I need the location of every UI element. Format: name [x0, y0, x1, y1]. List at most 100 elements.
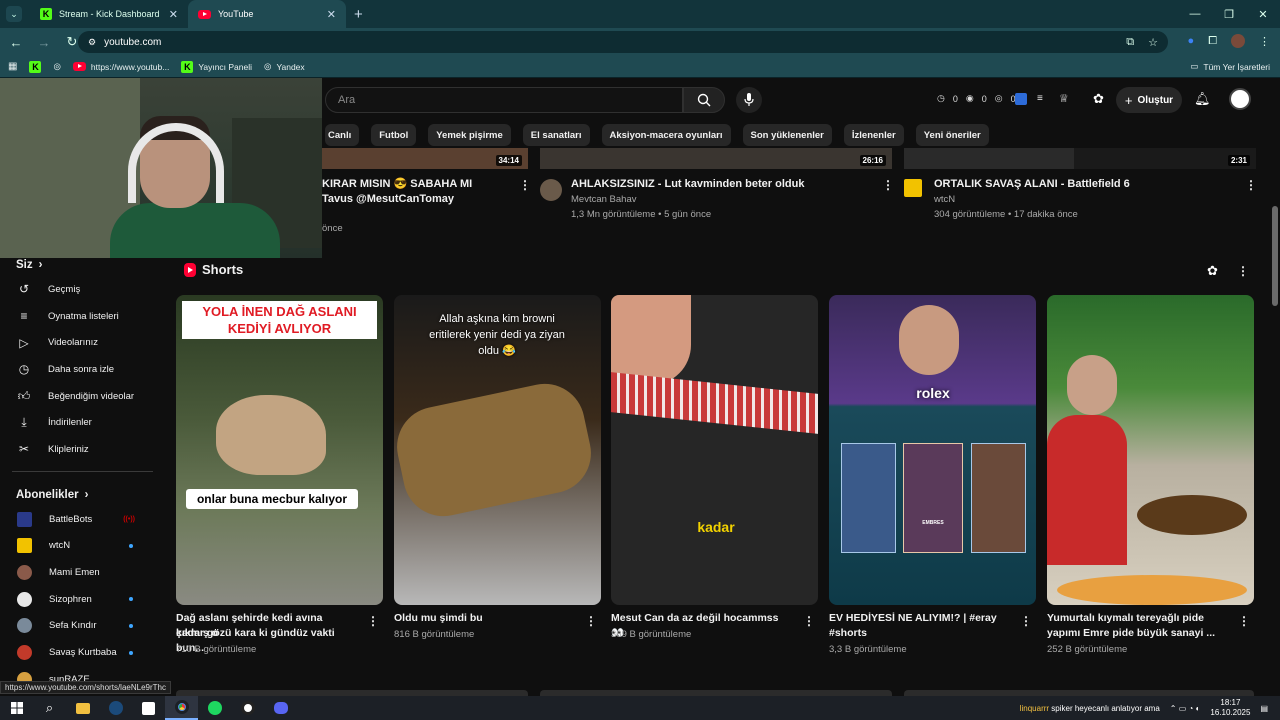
sidebar-sub-savas-kurtbaba[interactable]: Savaş Kurtbaba	[0, 639, 165, 666]
short-menu-icon[interactable]: ⋮	[585, 614, 597, 628]
clock[interactable]: 18:17 16.10.2025	[1210, 698, 1250, 718]
bookmark-youtube[interactable]: https://www.youtub...	[72, 62, 169, 72]
short-title[interactable]: yapımı Emre pide büyük sanayi ...	[1047, 626, 1227, 641]
bookmark-yandex[interactable]: ◎ Yandex	[264, 61, 305, 72]
short-menu-icon[interactable]: ⋮	[803, 614, 815, 628]
video-thumbnail[interactable]: 26:16	[540, 148, 892, 169]
steam-icon[interactable]	[99, 696, 132, 720]
search-icon[interactable]: ⌕	[33, 696, 66, 720]
channel-name[interactable]: Mevtcan Bahav	[571, 192, 636, 207]
video-menu-icon[interactable]: ⋮	[1245, 178, 1257, 192]
obs-icon[interactable]	[231, 696, 264, 720]
tab-search-button[interactable]: ⌄	[6, 6, 22, 22]
chip[interactable]: Yemek pişirme	[428, 124, 511, 146]
spotify-icon[interactable]	[198, 696, 231, 720]
store-icon[interactable]	[132, 696, 165, 720]
extensions-puzzle-icon[interactable]: ⧠	[1208, 35, 1217, 48]
sidebar-item-history[interactable]: ↺ Geçmiş	[0, 276, 165, 303]
all-bookmarks[interactable]: ▭ Tüm Yer İşaretleri	[1190, 61, 1270, 72]
sidebar-item-watch-later[interactable]: ◷ Daha sonra izle	[0, 356, 165, 383]
channel-avatar[interactable]	[904, 179, 922, 197]
close-icon[interactable]: ✕	[327, 8, 336, 21]
globe-icon[interactable]: ◎	[53, 61, 60, 72]
channel-name[interactable]: wtcN	[934, 192, 955, 207]
extension-icon[interactable]	[1015, 92, 1027, 105]
short-menu-icon[interactable]: ⋮	[367, 614, 379, 628]
chip[interactable]: Yeni öneriler	[915, 124, 989, 146]
short-thumbnail[interactable]: rolex EMBRES	[829, 295, 1036, 605]
short-thumbnail[interactable]: Allah aşkına kim browni eritilerek yenir…	[394, 295, 601, 605]
tray-icons[interactable]: ⌃ ▭ ◔ ◐	[1170, 704, 1201, 713]
sidebar-item-liked-videos[interactable]: 👍︎ Beğendiğim videolar	[0, 383, 165, 410]
minimize-button[interactable]: —	[1178, 0, 1212, 28]
windows-start-icon[interactable]	[0, 696, 33, 720]
bookmark-yayinci-paneli[interactable]: K Yayıncı Paneli	[181, 60, 252, 73]
video-title[interactable]: ORTALIK SAVAŞ ALANI - Battlefield 6	[934, 177, 1130, 192]
sidebar-subscriptions-header[interactable]: Abonelikler ›	[0, 484, 165, 506]
short-thumbnail[interactable]	[1047, 295, 1254, 605]
gear-puzzle-icon[interactable]: ✿	[1093, 91, 1104, 107]
short-thumbnail[interactable]: YOLA İNEN DAĞ ASLANI KEDİYİ AVLIYOR onla…	[176, 295, 383, 605]
apps-grid-icon[interactable]: ▦	[8, 61, 17, 72]
notifications-icon[interactable]: ▤	[1260, 704, 1268, 713]
video-title[interactable]: AHLAKSIZSINIZ - Lut kavminden beter oldu…	[571, 177, 804, 192]
video-thumbnail[interactable]: 34:14	[322, 148, 528, 169]
file-explorer-icon[interactable]	[66, 696, 99, 720]
site-info-icon[interactable]: ⚙	[88, 37, 96, 48]
chrome-icon[interactable]	[165, 696, 198, 720]
voice-search-button[interactable]	[736, 87, 762, 113]
video-thumbnail[interactable]: 2:31	[904, 148, 1256, 169]
extension-icon[interactable]: ●	[1188, 35, 1195, 47]
create-button[interactable]: + Oluştur	[1116, 87, 1182, 113]
channel-avatar[interactable]	[540, 179, 562, 201]
discord-icon[interactable]	[264, 696, 297, 720]
video-title[interactable]: KIRAR MISIN 😎 SABAHA MI	[322, 177, 472, 192]
bookmark-star-icon[interactable]: ☆	[1148, 36, 1158, 49]
kick-icon[interactable]: K	[29, 60, 42, 73]
profile-avatar[interactable]	[1231, 34, 1245, 48]
video-menu-icon[interactable]: ⋮	[519, 178, 531, 192]
chip[interactable]: Son yüklenenler	[742, 124, 832, 146]
chip[interactable]: Aksiyon-macera oyunları	[601, 124, 731, 146]
video-menu-icon[interactable]: ⋮	[882, 178, 894, 192]
cast-icon[interactable]: ⧉	[1126, 36, 1134, 49]
tab-kick-dashboard[interactable]: K Stream - Kick Dashboard ✕	[30, 0, 188, 28]
search-input[interactable]: Ara	[325, 87, 683, 113]
chip[interactable]: İzlenenler	[843, 124, 904, 146]
chip[interactable]: Canlı	[325, 124, 360, 146]
gear-puzzle-icon[interactable]: ✿	[1207, 263, 1218, 279]
sidebar-item-your-videos[interactable]: ▷ Videolarınız	[0, 329, 165, 356]
address-bar[interactable]: ⚙ youtube.com ⧉ ☆	[78, 31, 1168, 53]
shorts-menu-icon[interactable]: ⋮	[1237, 264, 1249, 278]
chip[interactable]: Futbol	[371, 124, 417, 146]
short-title[interactable]: EV HEDİYESİ NE ALIYIM!? | #eray	[829, 611, 1009, 626]
sidebar-item-clips[interactable]: ✂ Klipleriniz	[0, 436, 165, 463]
notifications-bell-icon[interactable]: 🔔︎	[1194, 91, 1211, 107]
sidebar-sub-mami-emen[interactable]: Mami Emen	[0, 559, 165, 586]
tab-youtube[interactable]: YouTube ✕	[188, 0, 346, 28]
short-menu-icon[interactable]: ⋮	[1238, 614, 1250, 628]
chip[interactable]: El sanatları	[522, 124, 590, 146]
sidebar-item-playlists[interactable]: ≡ Oynatma listeleri	[0, 303, 165, 330]
sidebar-sub-sefa-kindir[interactable]: Sefa Kındır	[0, 613, 165, 640]
list-icon[interactable]: ≡	[1037, 93, 1043, 104]
short-thumbnail[interactable]: kadar	[611, 295, 818, 605]
short-title[interactable]: Yumurtalı kıymalı tereyağlı pide	[1047, 611, 1227, 626]
sidebar-sub-wtcn[interactable]: wtcN	[0, 533, 165, 560]
page-scrollbar[interactable]	[1272, 206, 1278, 306]
sidebar-sub-sizophren[interactable]: Sizophren	[0, 586, 165, 613]
close-window-button[interactable]: ✕	[1246, 0, 1280, 28]
short-title[interactable]: #shorts	[829, 626, 1009, 641]
short-menu-icon[interactable]: ⋮	[1020, 614, 1032, 628]
video-title[interactable]: Tavus @MesutCanTomay	[322, 192, 454, 207]
menu-kebab-icon[interactable]: ⋮	[1259, 35, 1270, 48]
close-icon[interactable]: ✕	[169, 8, 178, 21]
restore-button[interactable]: ❐	[1212, 0, 1246, 28]
sidebar-sub-battlebots[interactable]: BattleBots ((•))	[0, 506, 165, 533]
search-button[interactable]	[683, 87, 725, 113]
new-tab-button[interactable]: +	[354, 6, 363, 23]
back-button[interactable]: ←	[4, 35, 28, 50]
sidebar-item-downloads[interactable]: ⤓ İndirilenler	[0, 409, 165, 436]
trophy-icon[interactable]: ♕	[1059, 92, 1069, 105]
now-playing[interactable]: linquarrr spiker heyecanlı anlatıyor ama	[1020, 704, 1160, 713]
